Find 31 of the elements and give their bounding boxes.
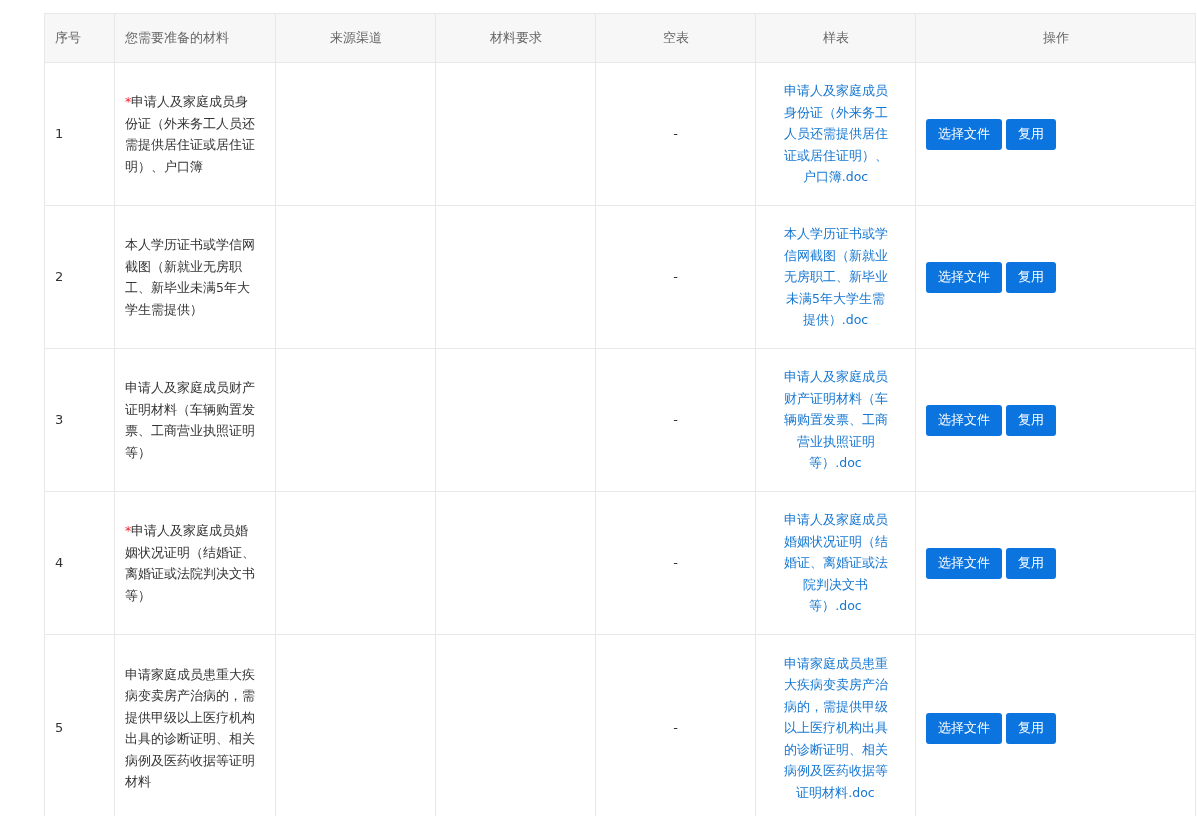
choose-file-button[interactable]: 选择文件 [926, 118, 1002, 150]
blank-form-cell: - [595, 491, 756, 635]
reuse-button[interactable]: 复用 [1006, 547, 1056, 579]
column-header: 来源渠道 [275, 13, 436, 63]
material-name: 申请家庭成员患重大疾病变卖房产治病的，需提供甲级以上医疗机构出具的诊断证明、相关病例及医药收据等证明材料 [125, 665, 256, 791]
choose-file-button[interactable]: 选择文件 [926, 712, 1002, 744]
column-header: 操作 [915, 13, 1196, 63]
row-number: 1 [44, 62, 115, 206]
blank-form-cell: - [595, 348, 756, 492]
material-name: *申请人及家庭成员婚姻状况证明（结婚证、离婚证或法院判决文书等） [125, 522, 256, 605]
choose-file-button[interactable]: 选择文件 [926, 261, 1002, 293]
blank-form-cell: - [595, 205, 756, 349]
choose-file-button[interactable]: 选择文件 [926, 547, 1002, 579]
reuse-button[interactable]: 复用 [1006, 712, 1056, 744]
choose-file-button[interactable]: 选择文件 [926, 404, 1002, 436]
row-number: 2 [44, 205, 115, 349]
column-header: 样表 [755, 13, 916, 63]
row-number: 5 [44, 634, 115, 816]
column-header: 空表 [595, 13, 756, 63]
reuse-button[interactable]: 复用 [1006, 118, 1056, 150]
reuse-button[interactable]: 复用 [1006, 404, 1056, 436]
column-header: 序号 [44, 13, 115, 63]
row-number: 3 [44, 348, 115, 492]
reuse-button[interactable]: 复用 [1006, 261, 1056, 293]
material-name: 申请人及家庭成员财产证明材料（车辆购置发票、工商营业执照证明等） [125, 379, 256, 462]
column-header: 您需要准备的材料 [114, 13, 276, 63]
column-header: 材料要求 [435, 13, 596, 63]
blank-form-cell: - [595, 62, 756, 206]
row-number: 4 [44, 491, 115, 635]
material-name: *申请人及家庭成员身份证（外来务工人员还需提供居住证或居住证明）、户口簿 [125, 93, 256, 176]
material-name: 本人学历证书或学信网截图（新就业无房职工、新毕业未满5年大学生需提供） [125, 236, 256, 319]
